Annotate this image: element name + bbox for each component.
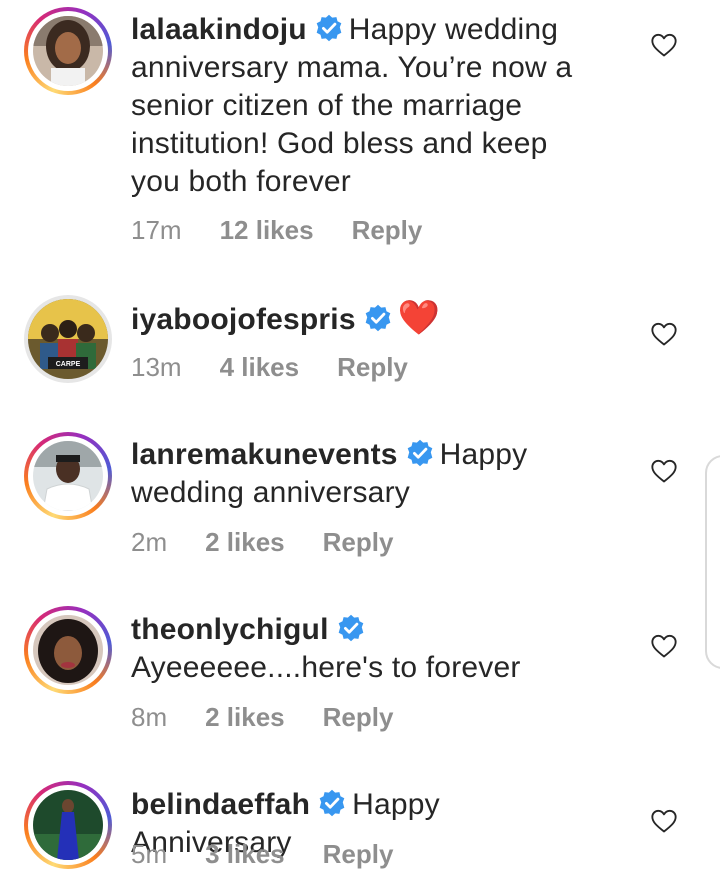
scroll-edge[interactable] (705, 455, 720, 669)
verified-badge-icon (406, 439, 434, 467)
verified-badge-icon (364, 304, 392, 332)
avatar-photo (33, 441, 103, 511)
timestamp: 2m (131, 527, 168, 557)
reply-button[interactable]: Reply (337, 352, 408, 382)
reply-button[interactable]: Reply (323, 702, 394, 732)
comment-text-block: theonlychigul Ayeeeeee....here's to forev… (131, 611, 601, 687)
reply-button[interactable]: Reply (323, 527, 394, 557)
comment-meta: 5m 3 likes Reply (131, 839, 431, 869)
username[interactable]: lalaakindoju (131, 13, 307, 46)
avatar[interactable] (24, 432, 112, 520)
reply-button[interactable]: Reply (352, 215, 423, 245)
avatar-photo (33, 790, 103, 860)
comment-text: ❤️ (397, 299, 441, 337)
avatar[interactable] (24, 7, 112, 95)
heart-outline-icon[interactable] (650, 632, 678, 660)
heart-outline-icon[interactable] (650, 320, 678, 348)
likes-count[interactable]: 4 likes (220, 352, 300, 382)
avatar-photo (33, 16, 103, 86)
username[interactable]: theonlychigul (131, 613, 329, 646)
timestamp: 8m (131, 702, 168, 732)
timestamp: 13m (131, 352, 182, 382)
verified-badge-icon (315, 14, 343, 42)
likes-count[interactable]: 2 likes (205, 702, 285, 732)
avatar[interactable] (24, 606, 112, 694)
verified-badge-icon (318, 789, 346, 817)
timestamp: 17m (131, 215, 182, 245)
comment-meta: 2m 2 likes Reply (131, 527, 431, 557)
avatar-photo: CARPE (28, 299, 108, 379)
comment-text-block: iyaboojofespris ❤️ (131, 299, 601, 339)
avatar-photo (33, 615, 103, 685)
timestamp: 5m (131, 839, 168, 869)
likes-count[interactable]: 3 likes (205, 839, 285, 869)
heart-outline-icon[interactable] (650, 31, 678, 59)
likes-count[interactable]: 12 likes (220, 215, 314, 245)
comment-text: Ayeeeeee....here's to forever (131, 651, 521, 684)
likes-count[interactable]: 2 likes (205, 527, 285, 557)
comment-meta: 8m 2 likes Reply (131, 702, 431, 732)
verified-badge-icon (337, 614, 365, 642)
username[interactable]: belindaeffah (131, 788, 310, 821)
heart-outline-icon[interactable] (650, 807, 678, 835)
comment-text-block: lanremakunevents Happy wedding anniversar… (131, 436, 601, 512)
heart-outline-icon[interactable] (650, 457, 678, 485)
username[interactable]: lanremakunevents (131, 438, 398, 471)
comment-meta: 13m 4 likes Reply (131, 352, 446, 382)
avatar[interactable] (24, 781, 112, 869)
avatar[interactable]: CARPE (24, 295, 112, 383)
svg-text:CARPE: CARPE (56, 361, 81, 368)
reply-button[interactable]: Reply (323, 839, 394, 869)
comment-meta: 17m 12 likes Reply (131, 215, 460, 245)
comment-text-block: lalaakindoju Happy wedding anniversary ma… (131, 11, 601, 201)
username[interactable]: iyaboojofespris (131, 303, 356, 336)
